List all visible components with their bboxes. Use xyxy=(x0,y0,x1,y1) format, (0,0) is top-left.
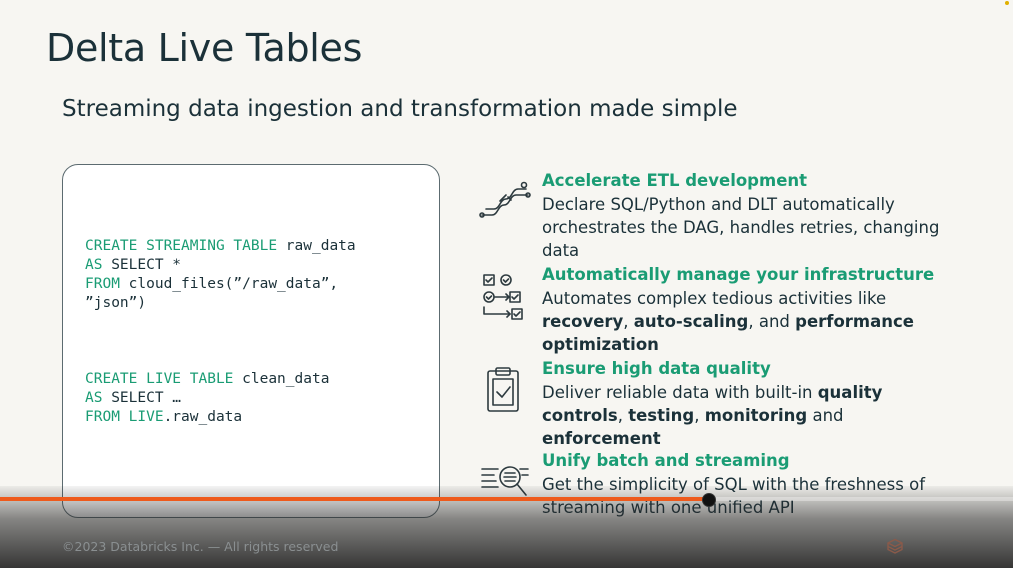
code-block-live: CREATE LIVE TABLE clean_data AS SELECT … F… xyxy=(85,370,329,427)
code-line: ”json”) xyxy=(85,294,356,313)
desc-text: , and xyxy=(748,312,796,331)
emphasis-text: auto-scaling xyxy=(633,312,749,331)
code-text: SELECT * xyxy=(102,257,182,273)
code-text: clean_data xyxy=(233,371,330,387)
code-keyword: CREATE STREAMING TABLE xyxy=(85,238,278,254)
desc-text: Automates complex tedious activities lik… xyxy=(542,289,887,308)
code-text: .raw_data xyxy=(163,409,243,425)
desc-text: Declare SQL/Python and DLT automatically… xyxy=(542,195,940,260)
status-dot xyxy=(1005,1,1009,5)
feature-heading: Ensure high data quality xyxy=(542,359,771,378)
code-block-streaming: CREATE STREAMING TABLE raw_data AS SELECT… xyxy=(85,237,356,313)
video-progress-scrubber[interactable] xyxy=(702,493,717,507)
code-line: FROM cloud_files(”/raw_data”, xyxy=(85,275,356,294)
code-keyword: FROM xyxy=(85,276,120,292)
desc-text: , xyxy=(623,312,634,331)
code-text: cloud_files(”/raw_data”, xyxy=(119,276,339,292)
code-line: FROM LIVE.raw_data xyxy=(85,408,329,427)
code-keyword: FROM LIVE xyxy=(85,409,164,425)
workflow-checklist-icon xyxy=(483,274,523,320)
desc-text: Deliver reliable data with built-in xyxy=(542,383,818,402)
emphasis-text: enforcement xyxy=(542,429,661,448)
slide-title: Delta Live Tables xyxy=(46,26,363,70)
databricks-logo-icon xyxy=(887,538,903,554)
code-line: AS SELECT * xyxy=(85,256,356,275)
code-line: AS SELECT … xyxy=(85,389,329,408)
code-card: CREATE STREAMING TABLE raw_data AS SELECT… xyxy=(62,164,440,518)
code-keyword: AS xyxy=(85,257,103,273)
clipboard-check-icon xyxy=(487,367,519,412)
feature-desc: Declare SQL/Python and DLT automatically… xyxy=(542,193,967,262)
code-text: raw_data xyxy=(277,238,356,254)
emphasis-text: recovery xyxy=(542,312,624,331)
emphasis-text: monitoring xyxy=(704,406,808,425)
code-line: CREATE STREAMING TABLE raw_data xyxy=(85,237,356,256)
code-text: SELECT … xyxy=(102,390,182,406)
emphasis-text: testing xyxy=(628,406,695,425)
video-progress-fill xyxy=(0,497,710,501)
feature-desc: Deliver reliable data with built-in qual… xyxy=(542,381,967,450)
desc-text: , xyxy=(617,406,629,425)
code-line: CREATE LIVE TABLE clean_data xyxy=(85,370,329,389)
desc-text: and xyxy=(807,406,844,425)
feature-heading: Automatically manage your infrastructure xyxy=(542,265,935,284)
code-keyword: AS xyxy=(85,390,103,406)
feature-desc: Automates complex tedious activities lik… xyxy=(542,287,967,356)
code-text: ”json”) xyxy=(85,295,147,311)
footer-copyright: ©2023 Databricks Inc. — All rights reser… xyxy=(62,539,339,554)
slide: Delta Live Tables Streaming data ingesti… xyxy=(0,0,1013,568)
desc-text: , xyxy=(694,406,705,425)
video-progress-bar[interactable] xyxy=(0,497,1013,501)
code-keyword: CREATE LIVE TABLE xyxy=(85,371,234,387)
pipeline-icon xyxy=(479,181,531,218)
slide-subtitle: Streaming data ingestion and transformat… xyxy=(62,96,738,122)
feature-heading: Unify batch and streaming xyxy=(542,451,790,470)
feature-heading: Accelerate ETL development xyxy=(542,171,808,190)
